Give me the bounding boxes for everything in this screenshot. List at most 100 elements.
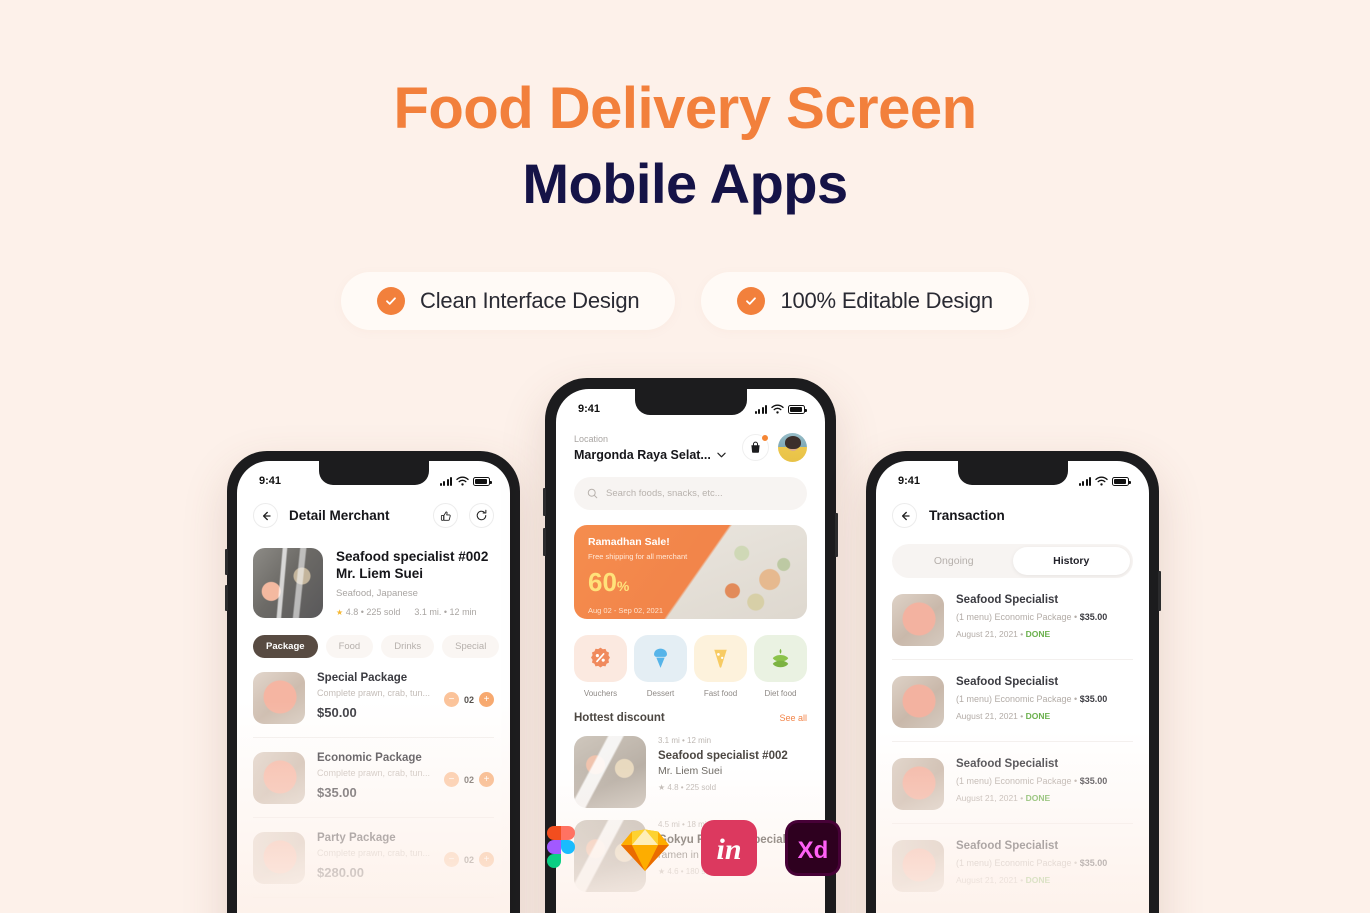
transaction-merchant: Seafood Specialist bbox=[956, 594, 1059, 606]
category-dessert[interactable]: Dessert bbox=[634, 635, 687, 698]
quantity-stepper[interactable]: − 02 + bbox=[443, 692, 494, 707]
battery-icon bbox=[788, 404, 807, 414]
feature-pill-group: Clean Interface Design 100% Editable Des… bbox=[0, 272, 1370, 330]
decrement-button[interactable]: − bbox=[443, 852, 459, 867]
quantity-stepper[interactable]: − 02 + bbox=[443, 772, 494, 787]
promo-banner[interactable]: Ramadhan Sale! Free shipping for all mer… bbox=[574, 525, 807, 619]
figma-logo bbox=[533, 820, 589, 876]
quantity-value: 02 bbox=[463, 694, 474, 705]
shopping-bag-icon[interactable] bbox=[742, 434, 769, 461]
merchant-photo bbox=[253, 548, 323, 618]
adobe-xd-logo: Xd bbox=[785, 820, 841, 876]
transaction-row[interactable]: Seafood Specialist (1 menu) Economic Pac… bbox=[876, 742, 1149, 810]
merchant-tab-bar: Package Food Drinks Special bbox=[237, 618, 510, 658]
home-header: Location Margonda Raya Selat... bbox=[556, 423, 825, 462]
tab-special[interactable]: Special bbox=[442, 635, 500, 658]
leaf-icon bbox=[772, 648, 789, 668]
discount-list-item[interactable]: 3.1 mi • 12 min Seafood specialist #002 … bbox=[556, 724, 825, 808]
discount-item-rating: ★ 4.8 • 225 sold bbox=[658, 783, 717, 792]
transaction-merchant: Seafood Specialist bbox=[956, 840, 1059, 852]
phone-volume-button bbox=[543, 488, 546, 516]
transaction-row[interactable]: Seafood Specialist (1 menu) Economic Pac… bbox=[876, 824, 1149, 892]
search-placeholder: Search foods, snacks, etc... bbox=[606, 488, 723, 499]
divider bbox=[253, 897, 494, 898]
menu-item-desc: Complete prawn, crab, tun... bbox=[317, 768, 431, 778]
back-arrow-icon[interactable] bbox=[253, 503, 278, 528]
merchant-name: Seafood specialist #002 bbox=[336, 549, 489, 564]
search-input[interactable]: Search foods, snacks, etc... bbox=[574, 477, 807, 510]
battery-icon bbox=[473, 476, 492, 486]
menu-item-row[interactable]: Party Package Complete prawn, crab, tun.… bbox=[237, 818, 510, 884]
discount-item-photo bbox=[574, 736, 646, 808]
menu-item-row[interactable]: Economic Package Complete prawn, crab, t… bbox=[237, 738, 510, 804]
thumbs-up-icon[interactable] bbox=[433, 503, 458, 528]
detail-merchant-header: Detail Merchant bbox=[237, 495, 510, 542]
tab-package[interactable]: Package bbox=[253, 635, 318, 658]
transaction-row[interactable]: Seafood Specialist (1 menu) Economic Pac… bbox=[876, 660, 1149, 728]
location-value: Margonda Raya Selat... bbox=[574, 448, 711, 462]
increment-button[interactable]: + bbox=[479, 852, 494, 867]
menu-item-price: $280.00 bbox=[317, 865, 364, 880]
menu-item-price: $35.00 bbox=[317, 785, 357, 800]
check-circle-icon bbox=[737, 287, 766, 315]
transaction-detail: (1 menu) Economic Package • $35.00 bbox=[956, 858, 1108, 868]
tab-drinks[interactable]: Drinks bbox=[381, 635, 435, 658]
transaction-photo bbox=[892, 840, 944, 892]
ice-cream-icon bbox=[654, 648, 667, 668]
increment-button[interactable]: + bbox=[479, 772, 494, 787]
headline-line-2: Mobile Apps bbox=[522, 152, 848, 215]
chevron-down-icon bbox=[717, 452, 726, 458]
voucher-icon bbox=[591, 647, 610, 668]
promo-subtitle: Free shipping for all merchant bbox=[588, 552, 688, 561]
wifi-icon bbox=[456, 476, 469, 486]
merchant-owner: Mr. Liem Suei bbox=[336, 566, 424, 581]
menu-item-desc: Complete prawn, crab, tun... bbox=[317, 688, 431, 698]
page-title: Transaction bbox=[929, 508, 1005, 523]
transaction-photo bbox=[892, 676, 944, 728]
section-header: Hottest discount See all bbox=[556, 698, 825, 724]
menu-item-row[interactable]: Special Package Complete prawn, crab, tu… bbox=[237, 658, 510, 724]
transaction-toggle: Ongoing History bbox=[892, 544, 1133, 578]
phone-power-button bbox=[1158, 571, 1161, 611]
phone-mockup-detail-merchant: 9:41 Detail Merchant Seafood specialist bbox=[225, 451, 520, 913]
feature-pill-editable-design: 100% Editable Design bbox=[701, 272, 1029, 330]
avatar[interactable] bbox=[778, 433, 807, 462]
promo-percent: 60% bbox=[588, 567, 630, 597]
transaction-header: Transaction bbox=[876, 495, 1149, 544]
menu-item-desc: Complete prawn, crab, tun... bbox=[317, 848, 431, 858]
category-tile bbox=[574, 635, 627, 682]
tab-history[interactable]: History bbox=[1012, 547, 1130, 575]
quantity-value: 02 bbox=[463, 774, 474, 785]
decrement-button[interactable]: − bbox=[443, 772, 459, 787]
increment-button[interactable]: + bbox=[479, 692, 494, 707]
see-all-link[interactable]: See all bbox=[779, 713, 807, 723]
phone-screen: 9:41 Detail Merchant Seafood specialist bbox=[237, 461, 510, 913]
promo-dates: Aug 02 - Sep 02, 2021 bbox=[588, 606, 664, 615]
signal-bars-icon bbox=[1079, 476, 1091, 486]
quantity-value: 02 bbox=[463, 854, 474, 865]
decrement-button[interactable]: − bbox=[443, 692, 459, 707]
battery-icon bbox=[1112, 476, 1131, 486]
phone-volume-button bbox=[225, 549, 228, 575]
tool-logo-row: in Xd bbox=[533, 820, 841, 876]
transaction-photo bbox=[892, 594, 944, 646]
location-selector[interactable]: Margonda Raya Selat... bbox=[574, 448, 726, 462]
transaction-merchant: Seafood Specialist bbox=[956, 676, 1059, 688]
phone-volume-button bbox=[543, 528, 546, 556]
share-icon[interactable] bbox=[469, 503, 494, 528]
category-fast-food[interactable]: Fast food bbox=[694, 635, 747, 698]
quantity-stepper[interactable]: − 02 + bbox=[443, 852, 494, 867]
wifi-icon bbox=[771, 404, 784, 414]
transaction-row[interactable]: Seafood Specialist (1 menu) Economic Pac… bbox=[876, 578, 1149, 646]
svg-text:Xd: Xd bbox=[798, 837, 829, 864]
back-arrow-icon[interactable] bbox=[892, 503, 917, 528]
status-badge: DONE bbox=[1025, 875, 1051, 885]
category-diet-food[interactable]: Diet food bbox=[754, 635, 807, 698]
tab-ongoing[interactable]: Ongoing bbox=[895, 547, 1013, 575]
status-badge: DONE bbox=[1025, 711, 1051, 721]
transaction-photo bbox=[892, 758, 944, 810]
phone-volume-button bbox=[225, 585, 228, 611]
svg-text:in: in bbox=[716, 833, 741, 866]
category-vouchers[interactable]: Vouchers bbox=[574, 635, 627, 698]
tab-food[interactable]: Food bbox=[325, 635, 374, 658]
